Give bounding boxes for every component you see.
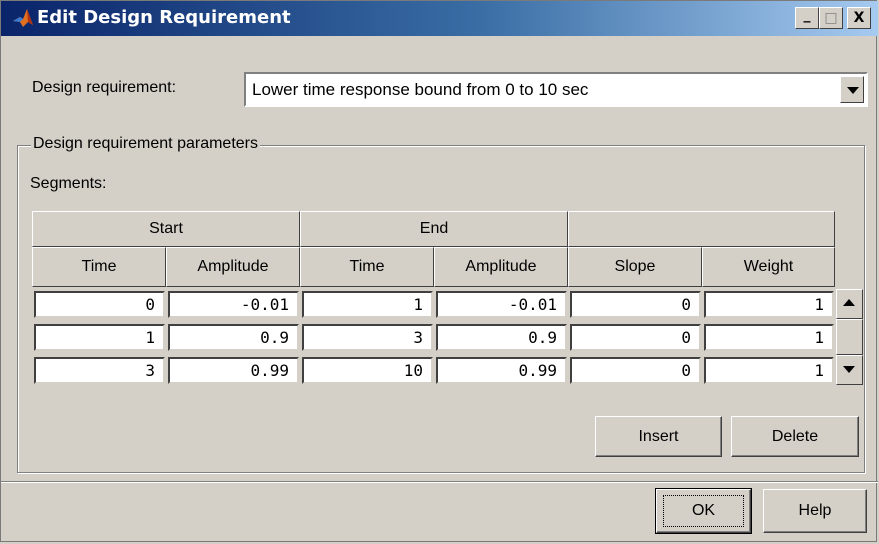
table-cell[interactable]: 0.9 bbox=[168, 324, 299, 351]
edit-design-requirement-dialog: Edit Design Requirement _ □ X Design req… bbox=[0, 0, 878, 542]
column-header-start-amplitude[interactable]: Amplitude bbox=[166, 247, 300, 287]
design-requirement-label: Design requirement: bbox=[32, 79, 177, 96]
design-requirement-select[interactable]: Lower time response bound from 0 to 10 s… bbox=[244, 72, 868, 107]
maximize-icon: □ bbox=[824, 10, 838, 26]
maximize-button[interactable]: □ bbox=[819, 7, 843, 29]
ok-button[interactable]: OK bbox=[655, 488, 752, 534]
table-cell[interactable]: 10 bbox=[302, 357, 433, 384]
close-icon: X bbox=[853, 10, 865, 26]
end-group-header: End bbox=[300, 211, 568, 247]
column-header-slope[interactable]: Slope bbox=[568, 247, 702, 287]
minimize-icon: _ bbox=[803, 7, 811, 23]
title-bar[interactable]: Edit Design Requirement _ □ X bbox=[1, 1, 878, 36]
delete-button[interactable]: Delete bbox=[731, 416, 859, 457]
table-cell[interactable]: 0 bbox=[34, 291, 165, 318]
matlab-logo-icon bbox=[13, 9, 33, 27]
column-header-start-time[interactable]: Time bbox=[32, 247, 166, 287]
design-requirement-value: Lower time response bound from 0 to 10 s… bbox=[252, 80, 589, 99]
table-cell[interactable]: -0.01 bbox=[168, 291, 299, 318]
window-title: Edit Design Requirement bbox=[37, 7, 291, 28]
table-cell[interactable]: 0.99 bbox=[168, 357, 299, 384]
parameters-group-label: Design requirement parameters bbox=[31, 135, 260, 153]
scrollbar-thumb[interactable] bbox=[836, 319, 863, 355]
table-cell[interactable]: 1 bbox=[302, 291, 433, 318]
table-cell[interactable]: 0 bbox=[570, 291, 701, 318]
scroll-down-button[interactable] bbox=[836, 355, 863, 385]
insert-button[interactable]: Insert bbox=[595, 416, 722, 457]
table-cell[interactable]: 1 bbox=[704, 357, 834, 384]
chevron-down-icon bbox=[847, 87, 859, 94]
column-header-weight[interactable]: Weight bbox=[702, 247, 835, 287]
chevron-up-icon bbox=[843, 299, 855, 306]
close-button[interactable]: X bbox=[847, 7, 871, 29]
table-cell[interactable]: 3 bbox=[302, 324, 433, 351]
table-cell[interactable]: 1 bbox=[704, 324, 834, 351]
scroll-up-button[interactable] bbox=[836, 289, 863, 319]
table-cell[interactable]: -0.01 bbox=[436, 291, 567, 318]
table-cell[interactable]: 0 bbox=[570, 357, 701, 384]
help-button[interactable]: Help bbox=[763, 489, 867, 533]
segments-label: Segments: bbox=[30, 175, 107, 192]
column-header-end-time[interactable]: Time bbox=[300, 247, 434, 287]
start-group-header: Start bbox=[32, 211, 300, 247]
table-cell[interactable]: 1 bbox=[34, 324, 165, 351]
chevron-down-icon bbox=[843, 366, 855, 373]
divider bbox=[1, 481, 878, 483]
blank-group-header bbox=[568, 211, 835, 247]
dropdown-button[interactable] bbox=[840, 76, 864, 103]
table-cell[interactable]: 0.9 bbox=[436, 324, 567, 351]
column-header-end-amplitude[interactable]: Amplitude bbox=[434, 247, 568, 287]
table-cell[interactable]: 1 bbox=[704, 291, 834, 318]
table-cell[interactable]: 0.99 bbox=[436, 357, 567, 384]
table-cell[interactable]: 0 bbox=[570, 324, 701, 351]
table-cell[interactable]: 3 bbox=[34, 357, 165, 384]
focus-indicator bbox=[663, 495, 744, 527]
minimize-button[interactable]: _ bbox=[795, 7, 819, 29]
